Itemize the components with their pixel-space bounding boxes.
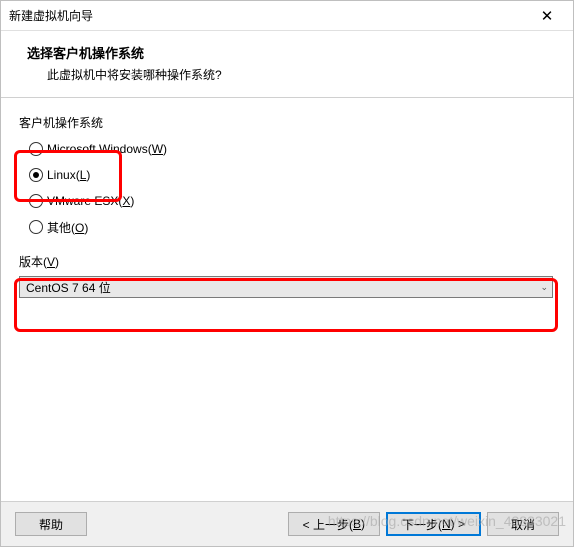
- os-group-label: 客户机操作系统: [19, 114, 555, 131]
- help-button[interactable]: 帮助: [15, 512, 87, 536]
- version-dropdown[interactable]: CentOS 7 64 位 ⌄: [19, 276, 553, 298]
- button-bar: 帮助 < 上一步(B) 下一步(N) > 取消: [1, 501, 573, 546]
- next-button[interactable]: 下一步(N) >: [386, 512, 481, 536]
- radio-label-other: 其他(O): [47, 219, 88, 236]
- page-title: 选择客户机操作系统: [27, 43, 561, 62]
- radio-row-linux[interactable]: Linux(L): [29, 165, 555, 185]
- radio-linux[interactable]: [29, 168, 43, 182]
- radio-row-other[interactable]: 其他(O): [29, 217, 555, 237]
- chevron-down-icon: ⌄: [540, 282, 548, 293]
- titlebar: 新建虚拟机向导 ✕: [1, 1, 573, 31]
- wizard-window: 新建虚拟机向导 ✕ 选择客户机操作系统 此虚拟机中将安装哪种操作系统? 客户机操…: [0, 0, 574, 547]
- radio-esx[interactable]: [29, 194, 43, 208]
- version-selected: CentOS 7 64 位: [26, 279, 111, 296]
- version-label: 版本(V): [19, 253, 555, 270]
- radio-other[interactable]: [29, 220, 43, 234]
- wizard-content: 客户机操作系统 Microsoft Windows(W) Linux(L) VM…: [1, 98, 573, 501]
- window-title: 新建虚拟机向导: [9, 7, 93, 24]
- close-icon: ✕: [541, 7, 554, 25]
- wizard-header: 选择客户机操作系统 此虚拟机中将安装哪种操作系统?: [1, 31, 573, 98]
- radio-label-esx: VMware ESX(X): [47, 194, 134, 208]
- back-button[interactable]: < 上一步(B): [288, 512, 380, 536]
- radio-label-windows: Microsoft Windows(W): [47, 142, 167, 156]
- radio-row-windows[interactable]: Microsoft Windows(W): [29, 139, 555, 159]
- radio-label-linux: Linux(L): [47, 168, 90, 182]
- close-button[interactable]: ✕: [527, 2, 567, 30]
- nav-button-group: < 上一步(B) 下一步(N) > 取消: [288, 512, 559, 536]
- os-radio-group: Microsoft Windows(W) Linux(L) VMware ESX…: [19, 139, 555, 237]
- page-subtitle: 此虚拟机中将安装哪种操作系统?: [27, 66, 561, 83]
- radio-row-esx[interactable]: VMware ESX(X): [29, 191, 555, 211]
- cancel-button[interactable]: 取消: [487, 512, 559, 536]
- radio-windows[interactable]: [29, 142, 43, 156]
